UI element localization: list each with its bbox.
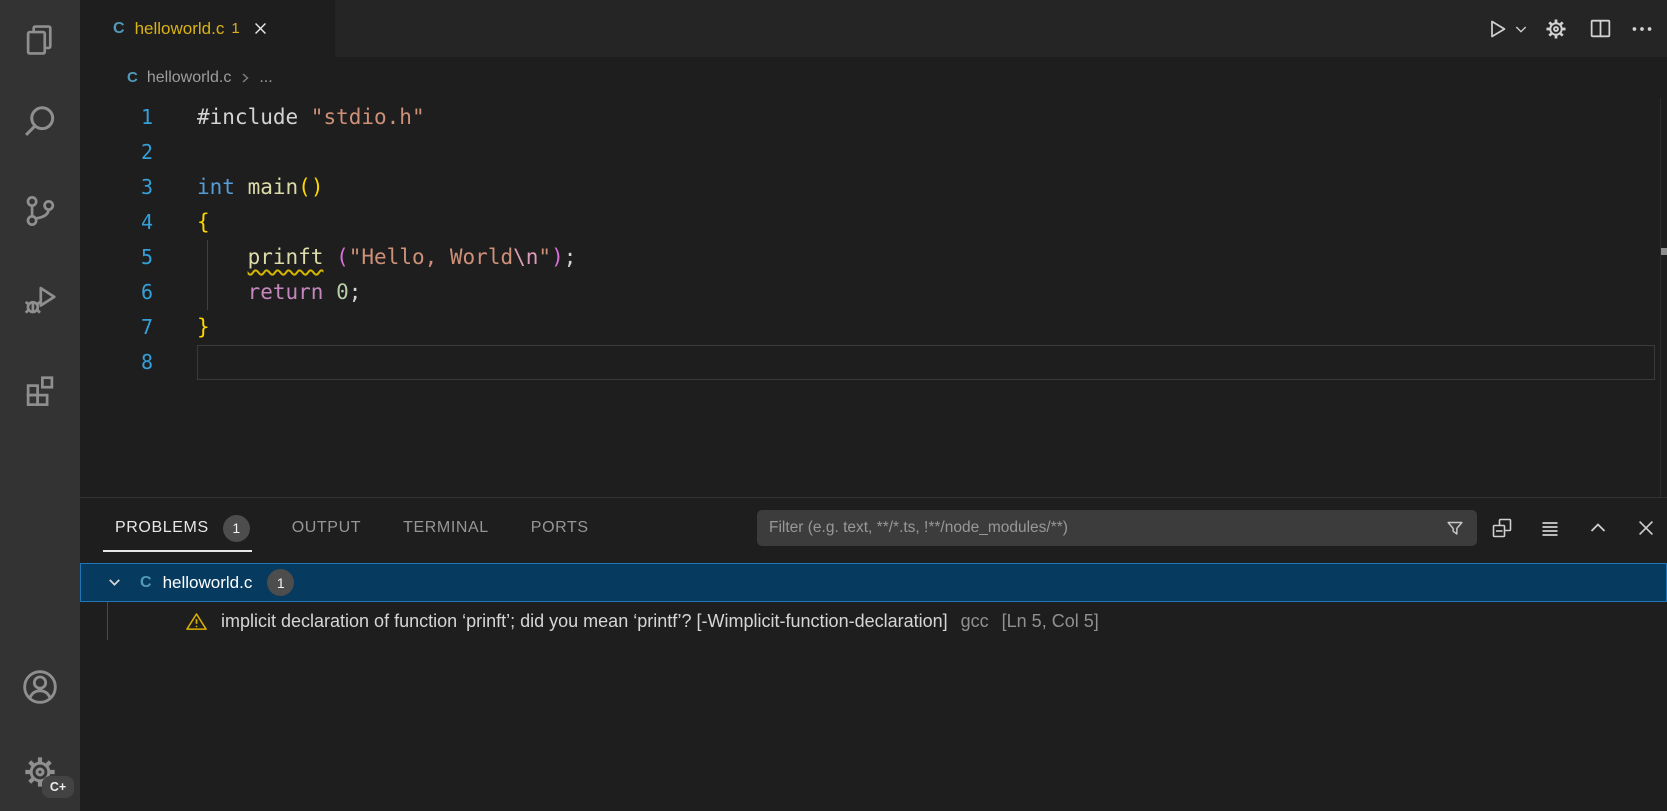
panel-tab-output[interactable]: OUTPUT — [292, 498, 361, 558]
account-icon — [20, 667, 60, 707]
chevron-right-icon — [238, 71, 252, 85]
panel-tab-label: PORTS — [531, 519, 589, 537]
debug-icon — [21, 281, 59, 319]
panel-tab-label: OUTPUT — [292, 519, 361, 537]
panel-tab-problems[interactable]: PROBLEMS 1 — [115, 498, 250, 558]
code-line[interactable]: 3int main() — [80, 170, 1667, 205]
more-actions-ellipsis-icon[interactable] — [1627, 13, 1657, 45]
activity-item-search[interactable] — [0, 97, 80, 145]
maximize-panel-chevron-up-icon[interactable] — [1581, 511, 1615, 545]
c-file-icon: C — [127, 69, 138, 86]
panel-tab-terminal[interactable]: TERMINAL — [403, 498, 489, 558]
problems-file-group[interactable]: C helloworld.c 1 — [80, 563, 1667, 602]
problems-file-name: helloworld.c — [163, 573, 253, 593]
breadcrumb: C helloworld.c ... — [80, 57, 1667, 98]
breadcrumb-more[interactable]: ... — [259, 69, 272, 87]
line-number: 6 — [80, 275, 153, 310]
problem-item[interactable]: implicit declaration of function ‘prinft… — [80, 602, 1667, 640]
run-button[interactable] — [1483, 13, 1511, 45]
code-line[interactable]: 1#include "stdio.h" — [80, 100, 1667, 135]
code-editor[interactable]: 1#include "stdio.h"23int main()4{5 prinf… — [80, 98, 1667, 497]
code-text: } — [153, 310, 210, 345]
line-number: 8 — [80, 345, 153, 380]
vscode-window: C+ C helloworld.c 1 — [0, 0, 1667, 811]
tree-indent-guide — [107, 602, 108, 640]
view-as-table-icon[interactable] — [1533, 511, 1567, 545]
line-number: 2 — [80, 135, 153, 170]
source-control-icon — [21, 192, 59, 230]
line-number: 1 — [80, 100, 153, 135]
problem-source: gcc — [961, 611, 989, 632]
breadcrumb-file[interactable]: helloworld.c — [147, 69, 231, 87]
code-text: #include "stdio.h" — [153, 100, 425, 135]
settings-gear-icon[interactable] — [1541, 13, 1571, 45]
line-number: 7 — [80, 310, 153, 345]
code-text — [153, 345, 197, 380]
panel-tab-label: PROBLEMS — [115, 519, 209, 537]
code-line[interactable]: 5 prinft ("Hello, World\n"); — [80, 240, 1667, 275]
code-line[interactable]: 8 — [80, 345, 1667, 380]
activity-bar: C+ — [0, 0, 80, 811]
problem-message: implicit declaration of function ‘prinft… — [221, 611, 948, 632]
code-text: int main() — [153, 170, 323, 205]
close-panel-icon[interactable] — [1629, 511, 1663, 545]
tab-problem-count: 1 — [231, 20, 239, 37]
code-text: { — [153, 205, 210, 240]
extensions-icon — [21, 369, 59, 407]
code-line[interactable]: 4{ — [80, 205, 1667, 240]
problems-list: C helloworld.c 1 implicit declaration of… — [80, 563, 1667, 640]
editor-actions — [1483, 0, 1657, 57]
code-text: return 0; — [153, 275, 361, 310]
c-file-icon: C — [113, 20, 125, 38]
files-icon — [21, 21, 59, 59]
split-editor-icon[interactable] — [1585, 13, 1615, 45]
problem-location: [Ln 5, Col 5] — [1002, 611, 1099, 632]
code-lines: 1#include "stdio.h"23int main()4{5 prinf… — [80, 98, 1667, 380]
line-number: 4 — [80, 205, 153, 240]
tab-label: helloworld.c — [135, 19, 225, 39]
bottom-panel: PROBLEMS 1 OUTPUT TERMINAL PORTS — [80, 497, 1667, 811]
line-number: 3 — [80, 170, 153, 205]
editor-tab-bar: C helloworld.c 1 — [80, 0, 1667, 57]
code-text: prinft ("Hello, World\n"); — [153, 240, 576, 275]
indent-guide — [207, 240, 208, 310]
profile-badge[interactable]: C+ — [42, 776, 74, 798]
code-text — [153, 135, 197, 170]
activity-item-explorer[interactable] — [0, 16, 80, 64]
panel-tab-ports[interactable]: PORTS — [531, 498, 589, 558]
problems-count-badge: 1 — [223, 515, 250, 542]
panel-tab-label: TERMINAL — [403, 519, 489, 537]
panel-actions — [1485, 498, 1663, 558]
overview-ruler[interactable] — [1660, 98, 1667, 497]
chevron-down-icon[interactable] — [106, 574, 123, 591]
search-icon — [21, 102, 59, 140]
code-line[interactable]: 2 — [80, 135, 1667, 170]
warning-icon — [185, 610, 208, 633]
overview-warning-marker — [1661, 248, 1667, 255]
panel-header: PROBLEMS 1 OUTPUT TERMINAL PORTS — [80, 498, 1667, 558]
file-problems-count-badge: 1 — [267, 569, 294, 596]
close-tab-icon[interactable] — [252, 20, 269, 37]
filter-funnel-icon[interactable] — [1444, 517, 1466, 539]
run-dropdown-chevron-icon[interactable] — [1511, 13, 1531, 45]
activity-item-accounts[interactable] — [0, 663, 80, 711]
code-line[interactable]: 6 return 0; — [80, 275, 1667, 310]
code-line[interactable]: 7} — [80, 310, 1667, 345]
tab-helloworld-c[interactable]: C helloworld.c 1 — [80, 0, 335, 57]
line-number: 5 — [80, 240, 153, 275]
c-file-icon: C — [140, 574, 152, 592]
activity-item-run-debug[interactable] — [0, 276, 80, 324]
activity-item-source-control[interactable] — [0, 187, 80, 235]
collapse-all-icon[interactable] — [1485, 511, 1519, 545]
filter-input[interactable] — [757, 510, 1477, 546]
activity-item-extensions[interactable] — [0, 364, 80, 412]
problems-filter — [757, 510, 1477, 546]
